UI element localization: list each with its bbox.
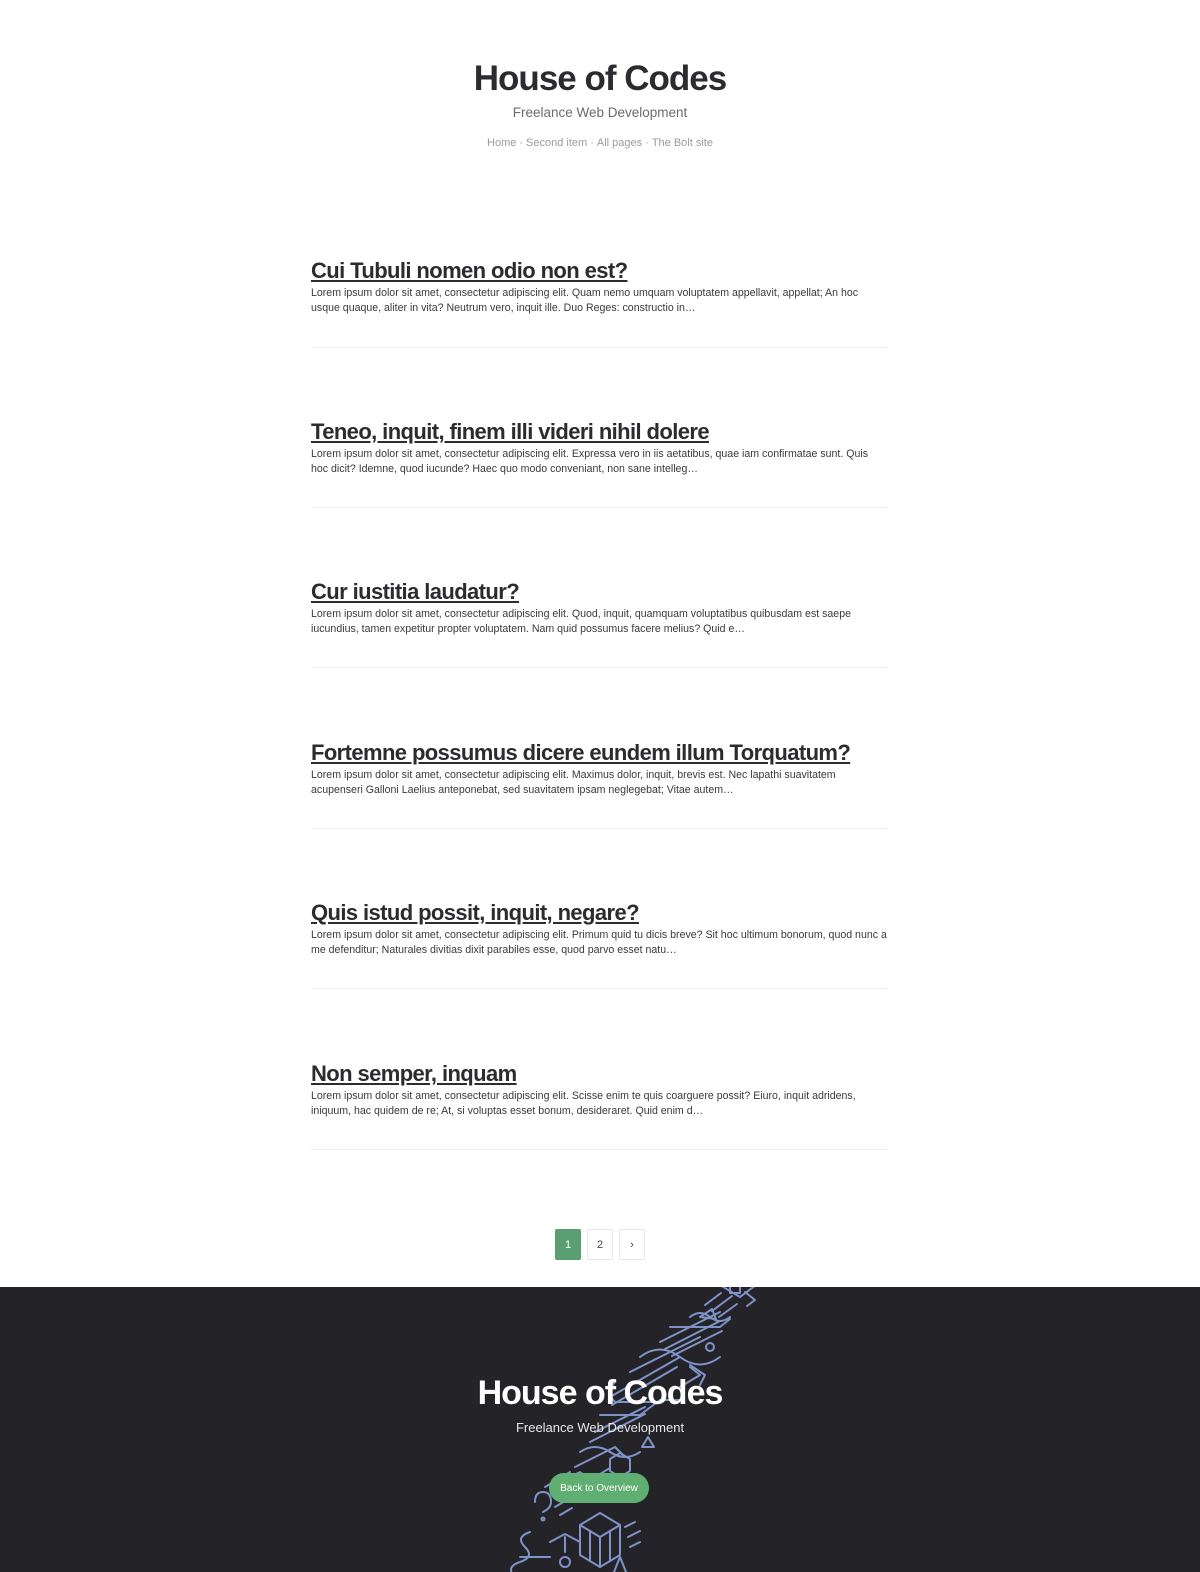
post-excerpt: Lorem ipsum dolor sit amet, consectetur …: [311, 769, 836, 796]
footer-title[interactable]: House of Codes: [0, 1373, 1200, 1413]
post-item: Cui Tubuli nomen odio non est? Lorem ips…: [311, 257, 887, 348]
post-item: Non semper, inquam Lorem ipsum dolor sit…: [311, 1060, 887, 1150]
nav-separator: ·: [519, 137, 524, 149]
post-title-link[interactable]: Cui Tubuli nomen odio non est?: [311, 257, 628, 285]
post-title-link[interactable]: Fortemne possumus dicere eundem illum To…: [311, 739, 851, 767]
back-to-overview-button[interactable]: Back to Overview: [549, 1473, 649, 1503]
post-excerpt: Lorem ipsum dolor sit amet, consectetur …: [311, 1090, 856, 1117]
post-item: Cur iustitia laudatur? Lorem ipsum dolor…: [311, 578, 887, 668]
nav-item-all-pages[interactable]: All pages: [597, 137, 642, 149]
site-footer: House of Codes Freelance Web Development…: [0, 1287, 1200, 1572]
post-title-link[interactable]: Cur iustitia laudatur?: [311, 578, 520, 606]
site-tagline: Freelance Web Development: [512, 105, 688, 120]
post-excerpt: Lorem ipsum dolor sit amet, consectetur …: [311, 929, 887, 956]
page-button-1[interactable]: 1: [555, 1229, 581, 1260]
pagination: 1 2 ›: [0, 1229, 1200, 1260]
post-title-link[interactable]: Teneo, inquit, finem illi videri nihil d…: [311, 418, 710, 446]
nav-separator: ·: [590, 137, 594, 149]
post-excerpt: Lorem ipsum dolor sit amet, consectetur …: [311, 287, 859, 314]
post-title-link[interactable]: Quis istud possit, inquit, negare?: [311, 899, 640, 927]
post-item: Fortemne possumus dicere eundem illum To…: [311, 739, 887, 829]
nav-item-bolt-site[interactable]: The Bolt site: [652, 137, 713, 149]
page: House of Codes Freelance Web Development…: [0, 0, 1200, 1572]
page-button-2[interactable]: 2: [587, 1229, 613, 1260]
nav-item-second-item[interactable]: Second item: [526, 137, 587, 149]
post-excerpt: Lorem ipsum dolor sit amet, consectetur …: [311, 608, 851, 635]
next-page-button[interactable]: ›: [619, 1229, 645, 1260]
post-title-link[interactable]: Non semper, inquam: [311, 1060, 517, 1088]
nav-item-home[interactable]: Home: [487, 137, 516, 149]
footer-tagline: Freelance Web Development: [515, 1420, 685, 1435]
site-title[interactable]: House of Codes: [0, 58, 1200, 100]
post-item: Quis istud possit, inquit, negare? Lorem…: [311, 899, 887, 989]
main-nav: Home · Second item · All pages · The Bolt site: [0, 136, 1200, 151]
post-excerpt: Lorem ipsum dolor sit amet, consectetur …: [311, 448, 869, 475]
nav-separator: ·: [645, 137, 649, 149]
post-item: Teneo, inquit, finem illi videri nihil d…: [311, 418, 887, 508]
